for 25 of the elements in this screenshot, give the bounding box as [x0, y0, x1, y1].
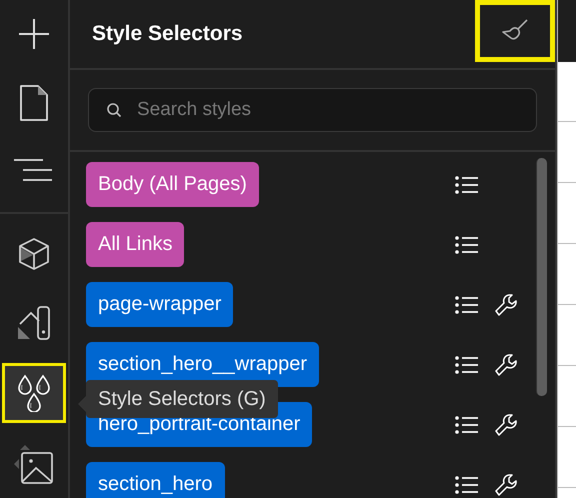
swatches-icon — [16, 304, 52, 341]
list-icon[interactable] — [454, 174, 480, 194]
wrench-icon[interactable] — [494, 472, 518, 496]
selector-tag[interactable]: page-wrapper — [86, 282, 234, 327]
list-icon[interactable] — [454, 414, 480, 434]
page-icon — [18, 84, 50, 122]
list-icon[interactable] — [454, 234, 480, 254]
wrench-icon[interactable] — [494, 292, 518, 316]
clean-up-button[interactable] — [475, 0, 555, 62]
drops-icon — [16, 374, 52, 412]
selector-tag[interactable]: Body (All Pages) — [86, 162, 259, 207]
image-icon — [13, 444, 55, 484]
scrollbar[interactable] — [536, 158, 547, 396]
style-selectors-button[interactable] — [2, 362, 66, 424]
selector-tag[interactable]: All Links — [86, 222, 184, 267]
list-icon[interactable] — [454, 294, 480, 314]
wrench-icon[interactable] — [494, 412, 518, 436]
list-icon[interactable] — [454, 474, 480, 494]
search-field[interactable]: Search styles — [88, 88, 537, 132]
selector-tag[interactable]: section_hero — [86, 462, 225, 498]
search-icon — [106, 102, 122, 118]
panel-title: Style Selectors — [92, 22, 243, 46]
list-icon[interactable] — [454, 354, 480, 374]
cube-icon — [16, 236, 52, 272]
wrench-icon[interactable] — [494, 352, 518, 376]
